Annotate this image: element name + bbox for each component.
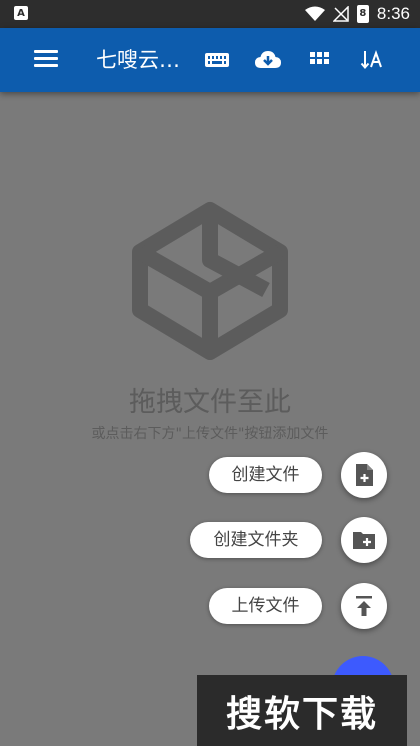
battery-icon: 8 (356, 5, 369, 23)
upload-file-button[interactable] (341, 583, 387, 629)
menu-icon[interactable] (34, 50, 58, 70)
create-folder-label[interactable]: 创建文件夹 (190, 522, 322, 558)
battery-level: 8 (359, 8, 367, 19)
create-folder-button[interactable] (341, 517, 387, 563)
wifi-icon (304, 6, 325, 21)
empty-subtitle: 或点击右下方"上传文件"按钮添加文件 (91, 426, 329, 442)
app-toolbar: 七嗖云… (0, 28, 420, 92)
keyboard-icon[interactable] (204, 48, 230, 72)
watermark: 搜软下载 (197, 675, 407, 746)
new-folder-icon (353, 532, 375, 549)
empty-box-icon (132, 202, 288, 360)
status-icons: 8 8:36 (304, 4, 410, 24)
no-signal-icon (332, 6, 349, 22)
cloud-download-icon[interactable] (254, 48, 282, 72)
status-bar: A 8 8:36 (0, 0, 420, 28)
upload-file-label[interactable]: 上传文件 (209, 588, 322, 624)
create-file-button[interactable] (341, 452, 387, 498)
empty-title: 拖拽文件至此 (129, 387, 291, 418)
sort-icon[interactable] (360, 48, 384, 72)
grid-icon[interactable] (309, 48, 331, 72)
app-notification-icon: A (14, 6, 28, 20)
clock: 8:36 (376, 4, 410, 23)
create-file-label[interactable]: 创建文件 (209, 457, 322, 493)
page-title: 七嗖云… (96, 48, 180, 72)
upload-icon (356, 596, 372, 616)
new-file-icon (356, 464, 373, 486)
